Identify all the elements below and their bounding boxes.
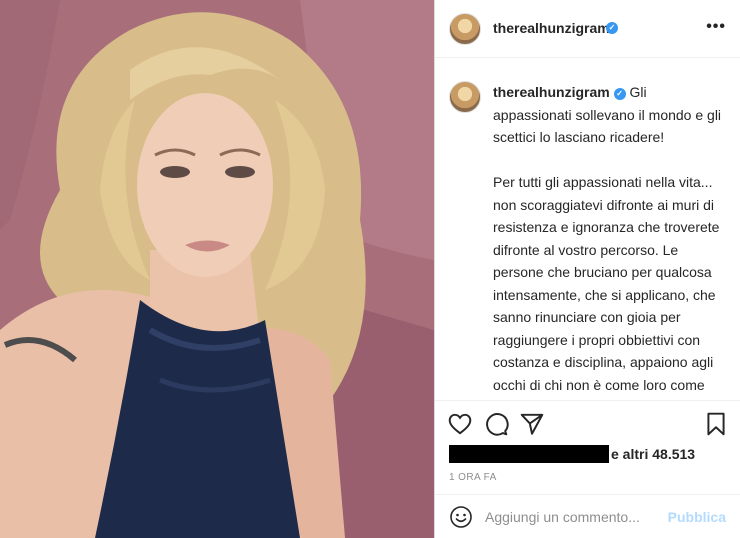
- likes-count[interactable]: e altri 48.513: [611, 446, 695, 462]
- comment-input[interactable]: [485, 507, 665, 527]
- share-icon[interactable]: [519, 411, 545, 437]
- author-username[interactable]: therealhunzigram: [493, 20, 610, 36]
- redacted-liker-name: [449, 445, 609, 463]
- more-options-icon[interactable]: •••: [706, 18, 726, 36]
- caption-area: therealhunzigram ✓ Gli appassionati soll…: [435, 59, 740, 400]
- publish-button[interactable]: Pubblica: [668, 509, 726, 525]
- comment-bar: Pubblica: [435, 494, 740, 538]
- author-avatar[interactable]: [449, 13, 481, 45]
- post-caption: therealhunzigram ✓ Gli appassionati soll…: [493, 81, 725, 400]
- post-actions: [435, 400, 740, 446]
- post-photo-illustration: [0, 0, 434, 538]
- heart-icon[interactable]: [447, 411, 473, 437]
- emoji-icon[interactable]: [449, 505, 473, 529]
- caption-text: Gli appassionati sollevano il mondo e gl…: [493, 84, 722, 400]
- post-side-panel: therealhunzigram ✓ ••• therealhunzigram …: [435, 0, 740, 538]
- likes-row: e altri 48.513: [449, 444, 729, 464]
- caption-username[interactable]: therealhunzigram: [493, 84, 610, 100]
- post-photo[interactable]: [0, 0, 434, 538]
- post-timestamp[interactable]: 1 ORA FA: [449, 472, 497, 483]
- verified-badge-icon: ✓: [606, 22, 618, 34]
- post-header: therealhunzigram ✓ •••: [435, 0, 740, 58]
- caption-author-avatar[interactable]: [449, 81, 481, 113]
- bookmark-icon[interactable]: [703, 411, 729, 437]
- comment-icon[interactable]: [483, 411, 509, 437]
- caption-verified-badge-icon: ✓: [613, 88, 626, 100]
